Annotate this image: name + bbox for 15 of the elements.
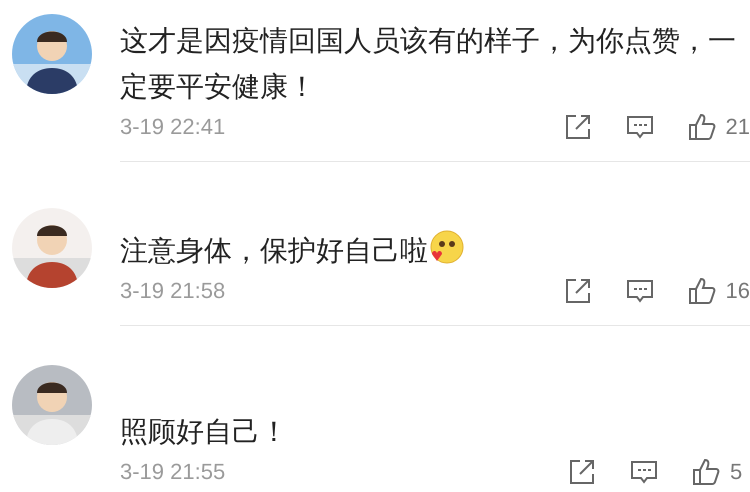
like-count: 16 [726, 277, 750, 305]
thumbs-up-icon[interactable] [692, 458, 720, 486]
comment-text: 注意身体，保护好自己啦 [120, 235, 428, 266]
comment-time: 3-19 21:55 [120, 458, 226, 486]
comment-time: 3-19 22:41 [120, 113, 226, 141]
comment-time: 3-19 21:58 [120, 277, 226, 305]
like-count: 5 [730, 458, 744, 486]
share-icon[interactable] [564, 276, 592, 304]
comment-text: 这才是因疫情回国人员该有的样子，为你点赞，一定要平安健康！ [120, 25, 736, 102]
share-icon[interactable] [568, 458, 596, 486]
like-count: 21 [726, 113, 750, 141]
thumbs-up-icon[interactable] [688, 276, 716, 304]
comment-text: 照顾好自己！ [120, 416, 288, 447]
thumbs-up-icon[interactable] [688, 112, 716, 140]
share-icon[interactable] [564, 112, 592, 140]
